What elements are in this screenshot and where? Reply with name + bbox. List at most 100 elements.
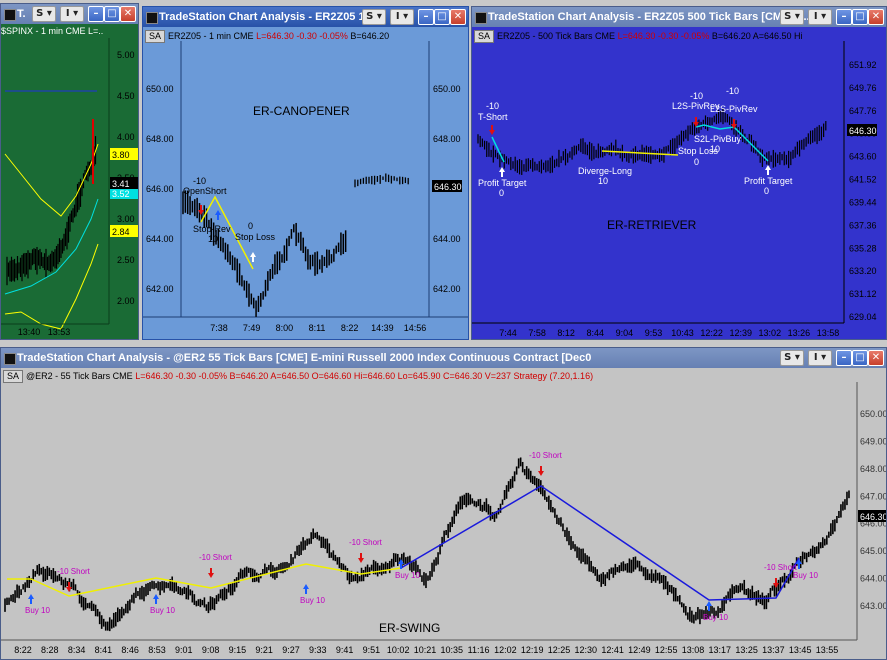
i-menu-button[interactable]: I ▾: [390, 9, 414, 25]
last-price-badge: 646.30: [434, 182, 462, 192]
trade-label: Buy 10: [150, 606, 175, 615]
minimize-icon[interactable]: –: [836, 9, 852, 25]
x-tick-label: 14:56: [404, 323, 427, 333]
x-tick-label: 12:25: [548, 645, 571, 655]
trade-label: -10 Short: [57, 567, 91, 576]
trade-label: Buy 10: [395, 571, 420, 580]
minimize-icon[interactable]: –: [418, 9, 434, 25]
title-bar-spinx[interactable]: T. S ▾ I ▾ – □ ✕: [1, 4, 138, 24]
s-menu-button[interactable]: S ▾: [780, 350, 804, 366]
retriever-chart[interactable]: 651.92649.76647.76645.60643.60641.52639.…: [472, 27, 887, 340]
maximize-icon[interactable]: □: [852, 9, 868, 25]
y-tick-label: 651.92: [849, 60, 877, 70]
maximize-icon[interactable]: □: [104, 6, 120, 22]
x-tick-label: 8:12: [557, 328, 575, 338]
x-tick-label: 9:08: [202, 645, 220, 655]
strategy-name: ER-RETRIEVER: [607, 218, 697, 232]
y-tick-label: 633.20: [849, 266, 877, 276]
x-tick-label: 9:04: [616, 328, 634, 338]
x-tick-label: 13:02: [759, 328, 782, 338]
minimize-icon[interactable]: –: [88, 6, 104, 22]
chart-app-icon: [4, 353, 16, 365]
x-tick-label: 12:49: [628, 645, 651, 655]
retriever-plot[interactable]: SA ER2Z05 - 500 Tick Bars CME L=646.30 -0…: [472, 27, 886, 339]
title-bar-retriever[interactable]: TradeStation Chart Analysis - ER2Z05 500…: [472, 7, 886, 27]
x-tick-label: 13:37: [762, 645, 785, 655]
window-swing[interactable]: TradeStation Chart Analysis - @ER2 55 Ti…: [0, 347, 887, 660]
maximize-icon[interactable]: □: [852, 350, 868, 366]
maximize-icon[interactable]: □: [434, 9, 450, 25]
window-title: TradeStation Chart Analysis - ER2Z05 1..…: [159, 11, 374, 23]
i-menu-button[interactable]: I ▾: [808, 9, 832, 25]
close-icon[interactable]: ✕: [868, 350, 884, 366]
close-icon[interactable]: ✕: [868, 9, 884, 25]
x-tick-label: 13:40: [18, 327, 41, 337]
spinx-plot[interactable]: $SPINX - 1 min CME L=.. 5.004.504.003.50…: [1, 24, 138, 339]
trade-qty: -10: [486, 101, 499, 111]
x-tick-label: 10:35: [441, 645, 464, 655]
s-menu-button[interactable]: S ▾: [362, 9, 386, 25]
i-menu-button[interactable]: I ▾: [60, 6, 84, 22]
swing-plot[interactable]: SA @ER2 - 55 Tick Bars CME L=646.30 -0.30…: [1, 368, 886, 659]
window-controls: S ▾ I ▾ – □ ✕: [780, 350, 884, 366]
x-tick-label: 12:55: [655, 645, 678, 655]
y-tick-label-right: 648.00: [433, 134, 461, 144]
window-controls: S ▾ I ▾ – □ ✕: [18, 6, 136, 22]
y-tick-label: 648.00: [860, 464, 887, 474]
s-menu-button[interactable]: S ▾: [32, 6, 56, 22]
x-tick-label: 13:08: [682, 645, 705, 655]
trade-label: L2S-PivRev: [710, 104, 758, 114]
x-tick-label: 7:38: [210, 323, 228, 333]
y-tick-label: 637.36: [849, 220, 877, 230]
x-tick-label: 8:22: [14, 645, 32, 655]
price-level-badge: 3.52: [112, 189, 130, 199]
exit-arrow: [765, 165, 771, 175]
y-tick-label: 647.76: [849, 106, 877, 116]
strategy-name: ER-SWING: [379, 621, 440, 635]
x-tick-label: 9:21: [255, 645, 273, 655]
x-tick-label: 12:19: [521, 645, 544, 655]
y-tick-label-left: 642.00: [146, 284, 174, 294]
title-bar-swing[interactable]: TradeStation Chart Analysis - @ER2 55 Ti…: [1, 348, 886, 368]
spinx-chart[interactable]: 5.004.504.003.503.002.502.003.803.523.41…: [1, 24, 139, 340]
y-tick-label: 650.00: [860, 409, 887, 419]
trade-qty: 0: [694, 157, 699, 167]
window-title: TradeStation Chart Analysis - ER2Z05 500…: [488, 11, 813, 23]
trade-qty: 0: [248, 221, 253, 231]
x-tick-label: 8:41: [95, 645, 113, 655]
trade-qty: -10: [193, 176, 206, 186]
close-icon[interactable]: ✕: [120, 6, 136, 22]
y-tick-label-left: 648.00: [146, 134, 174, 144]
chart-app-icon: [4, 9, 16, 21]
x-tick-label: 8:46: [121, 645, 139, 655]
trade-qty: 10: [710, 144, 720, 154]
title-bar-canopener[interactable]: TradeStation Chart Analysis - ER2Z05 1..…: [143, 7, 468, 27]
canopener-chart[interactable]: 650.00650.00648.00648.00646.00646.00644.…: [143, 27, 469, 340]
window-spinx[interactable]: T. S ▾ I ▾ – □ ✕ $SPINX - 1 min CME L=..…: [0, 3, 139, 340]
trade-label: Diverge-Long: [578, 166, 632, 176]
canopener-plot[interactable]: SA ER2Z05 - 1 min CME L=646.30 -0.30 -0.0…: [143, 27, 468, 339]
close-icon[interactable]: ✕: [450, 9, 466, 25]
i-menu-button[interactable]: I ▾: [808, 350, 832, 366]
y-tick-label: 644.00: [860, 574, 887, 584]
x-tick-label: 8:11: [309, 323, 326, 333]
y-tick-label: 2.50: [117, 255, 135, 265]
y-tick-label-right: 650.00: [433, 84, 461, 94]
sell-arrow: [358, 553, 364, 563]
x-tick-label: 9:51: [363, 645, 381, 655]
last-price-badge: 646.30: [849, 126, 877, 136]
minimize-icon[interactable]: –: [836, 350, 852, 366]
x-tick-label: 7:49: [243, 323, 261, 333]
window-retriever[interactable]: TradeStation Chart Analysis - ER2Z05 500…: [471, 6, 887, 340]
swing-chart[interactable]: 650.00649.00648.00647.00646.00645.00644.…: [1, 368, 887, 660]
window-canopener[interactable]: TradeStation Chart Analysis - ER2Z05 1..…: [142, 6, 469, 340]
price-level-badge: 3.41: [112, 179, 130, 189]
y-tick-label: 643.60: [849, 152, 877, 162]
trade-label: Stop Loss: [235, 232, 276, 242]
x-tick-label: 12:02: [494, 645, 517, 655]
sell-arrow: [208, 568, 214, 578]
x-tick-label: 9:01: [175, 645, 193, 655]
buy-arrow: [153, 594, 159, 604]
y-tick-label: 635.28: [849, 243, 877, 253]
s-menu-button[interactable]: S ▾: [780, 9, 804, 25]
